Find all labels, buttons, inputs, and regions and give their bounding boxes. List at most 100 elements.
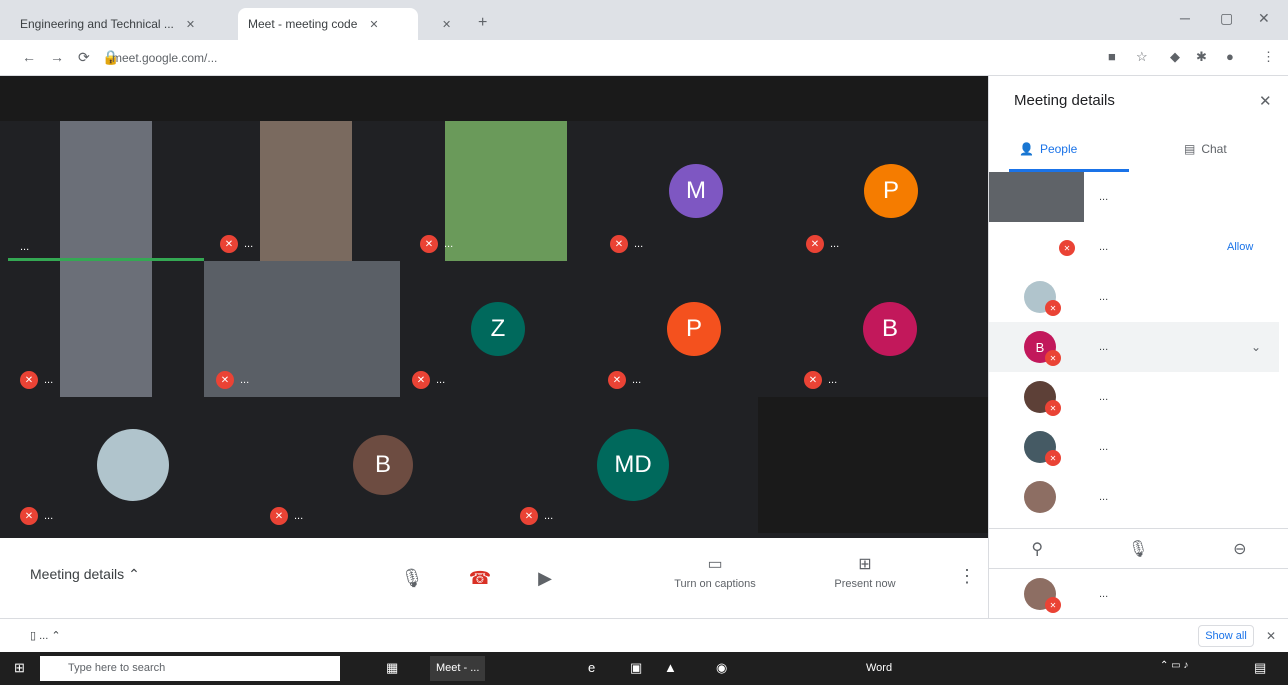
url-field[interactable]: meet.google.com/...: [112, 47, 912, 69]
browser-tab[interactable]: Engineering and Technical ... ✕: [10, 8, 235, 40]
mic-off-icon: ✕: [216, 371, 234, 389]
allow-button[interactable]: Allow: [1227, 241, 1253, 253]
participant-name: ...: [1099, 291, 1109, 303]
windows-start-icon[interactable]: ⊞: [14, 660, 25, 676]
window-close-icon[interactable]: ✕: [1258, 10, 1270, 27]
end-call-button[interactable]: ☎: [460, 558, 500, 598]
taskbar-search[interactable]: Type here to search: [40, 656, 340, 681]
list-item[interactable]: ✕ ...: [989, 422, 1279, 472]
participant-actions: ⚲ 🎙 ⊖: [989, 528, 1288, 568]
camera-icon[interactable]: ■: [1108, 49, 1116, 64]
mic-off-icon: ✕: [610, 235, 628, 253]
task-view-icon[interactable]: ▦: [386, 660, 398, 676]
show-all-button[interactable]: Show all: [1198, 625, 1254, 647]
back-icon[interactable]: ←: [22, 49, 36, 65]
participant-tile[interactable]: ...: [8, 121, 204, 261]
chevron-up-icon: ⌃: [128, 566, 140, 582]
chevron-down-icon[interactable]: ⌄: [1251, 340, 1261, 354]
stage-header: [0, 76, 988, 121]
tab-chat[interactable]: ▤ Chat: [1184, 142, 1227, 156]
participant-name: ✕...: [412, 371, 445, 389]
mic-off-icon: ✕: [220, 235, 238, 253]
download-item[interactable]: ▯ ... ⌃: [30, 629, 61, 642]
files-icon[interactable]: ▣: [630, 660, 642, 676]
present-button[interactable]: ⊞ Present now: [810, 554, 920, 590]
participant-name: ...: [1099, 191, 1109, 203]
tab-label: Meet - meeting code: [248, 17, 358, 31]
participant-avatar: MD: [597, 429, 669, 501]
close-icon[interactable]: ✕: [442, 18, 451, 31]
participant-tile[interactable]: ✕...: [208, 121, 404, 261]
puzzle-icon[interactable]: ✱: [1196, 49, 1207, 65]
participant-avatar: P: [667, 302, 721, 356]
participant-name: ✕...: [20, 507, 53, 525]
more-options-icon[interactable]: ⋮: [958, 566, 976, 587]
participant-tile[interactable]: B ✕...: [258, 397, 508, 533]
notifications-icon[interactable]: ▤: [1254, 660, 1266, 676]
browser-tab-bar: Engineering and Technical ... ✕ Meet - m…: [0, 0, 1288, 40]
pin-icon[interactable]: ⚲: [1031, 539, 1043, 559]
list-item[interactable]: ...: [989, 172, 1279, 222]
participant-name: ✕...: [420, 235, 453, 253]
close-panel-icon[interactable]: ✕: [1259, 92, 1272, 110]
close-icon[interactable]: ✕: [186, 18, 195, 31]
reload-icon[interactable]: ⟳: [78, 49, 90, 66]
list-item[interactable]: ✕ ...: [989, 272, 1279, 322]
profile-icon[interactable]: ●: [1226, 49, 1234, 64]
remove-icon[interactable]: ⊖: [1233, 539, 1246, 559]
participant-tile[interactable]: ✕...: [8, 261, 204, 397]
participant-tile[interactable]: Z ✕...: [400, 261, 596, 397]
minimize-icon[interactable]: ─: [1180, 10, 1190, 26]
meeting-details-panel: Meeting details ✕ 👤 People ▤ Chat ... ✕ ..…: [988, 76, 1288, 618]
menu-icon[interactable]: ⋮: [1262, 49, 1275, 65]
meeting-details-button[interactable]: Meeting details ⌃: [30, 566, 140, 583]
close-icon[interactable]: ✕: [369, 18, 378, 31]
taskbar: ⊞ Type here to search ▦ Meet - ... e ▣ ▲…: [0, 652, 1288, 685]
participant-tile[interactable]: P ✕...: [794, 121, 988, 261]
browser-tab[interactable]: ✕: [420, 8, 470, 40]
edge-icon[interactable]: e: [588, 660, 595, 675]
captions-icon: ▭: [707, 556, 723, 573]
participant-tile[interactable]: P ✕...: [596, 261, 792, 397]
tab-people[interactable]: 👤 People: [1019, 142, 1077, 156]
present-icon: ⊞: [858, 556, 872, 573]
taskbar-app[interactable]: Meet - ...: [430, 656, 486, 681]
captions-button[interactable]: ▭ Turn on captions: [660, 554, 770, 590]
participant-name: ✕...: [608, 371, 641, 389]
forward-icon[interactable]: →: [50, 49, 64, 65]
browser-tab-active[interactable]: Meet - meeting code ✕: [238, 8, 418, 40]
mic-button[interactable]: 🎙: [392, 558, 432, 598]
mic-icon[interactable]: 🎙: [1128, 539, 1148, 559]
chat-icon: ▤: [1184, 142, 1196, 156]
system-tray[interactable]: ⌃ ▭ ♪: [1160, 660, 1188, 671]
camera-button[interactable]: ▶: [525, 558, 565, 598]
participant-tile[interactable]: B ✕...: [792, 261, 988, 397]
list-item[interactable]: B ✕ ... ⌄: [989, 322, 1279, 372]
participant-avatar: M: [669, 164, 723, 218]
close-icon[interactable]: ✕: [1266, 629, 1276, 643]
participant-name: ✕...: [610, 235, 643, 253]
app-icon[interactable]: ▲: [664, 660, 677, 675]
panel-title: Meeting details: [1014, 92, 1115, 109]
participant-name: ✕...: [216, 371, 249, 389]
maximize-icon[interactable]: ▢: [1220, 10, 1233, 27]
participant-tile[interactable]: ✕...: [8, 397, 258, 533]
star-icon[interactable]: ☆: [1136, 49, 1148, 65]
list-item[interactable]: ...: [989, 472, 1279, 522]
new-tab-button[interactable]: +: [478, 14, 487, 32]
taskbar-app[interactable]: Word: [860, 656, 898, 681]
chrome-icon[interactable]: ◉: [716, 660, 727, 676]
mic-off-icon: ✕: [20, 507, 38, 525]
participant-avatar: Z: [471, 302, 525, 356]
list-item[interactable]: ✕ ... Allow: [989, 222, 1279, 272]
list-item[interactable]: ✕ ...: [989, 372, 1279, 422]
participant-tile[interactable]: M ✕...: [598, 121, 794, 261]
empty-tile: [758, 397, 988, 533]
list-item[interactable]: ✕ ...: [989, 569, 1279, 619]
participant-tile[interactable]: ✕...: [408, 121, 604, 261]
avatar: [1024, 481, 1056, 513]
pinned-participant[interactable]: ✕ ...: [989, 568, 1288, 618]
participant-tile[interactable]: MD ✕...: [508, 397, 758, 533]
extension-icon[interactable]: ◆: [1170, 49, 1180, 65]
participant-tile[interactable]: ✕...: [204, 261, 400, 397]
